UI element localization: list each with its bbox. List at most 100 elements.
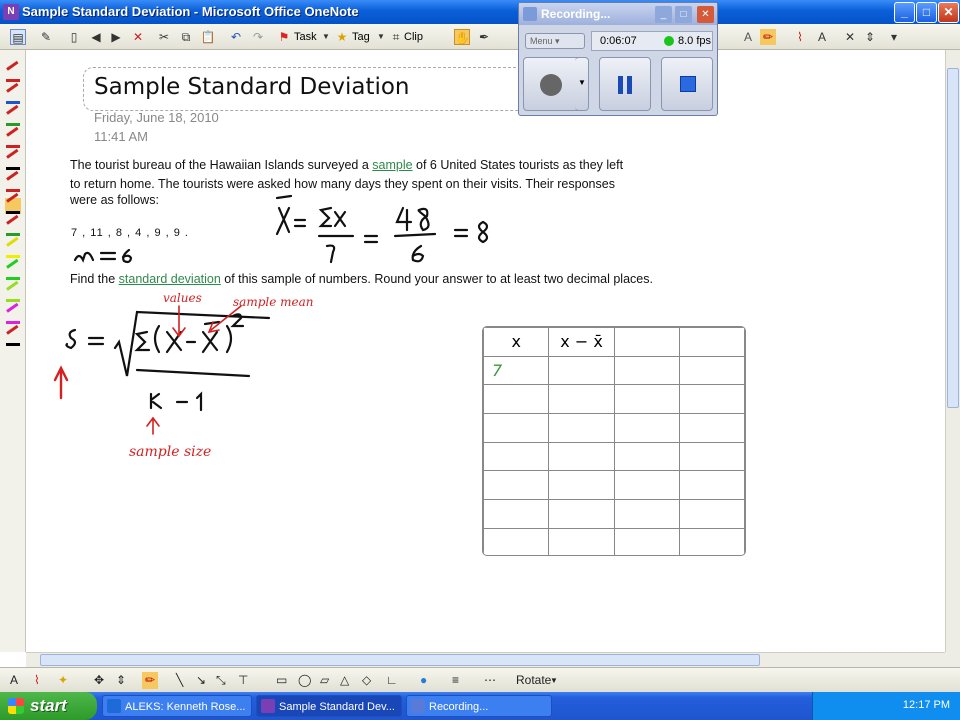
redo-icon[interactable]: ↷ — [250, 29, 266, 45]
line-tool-icon[interactable]: ╲ — [176, 672, 183, 689]
tag-star-icon[interactable]: ★ — [334, 29, 350, 45]
text-style-icon[interactable]: A — [814, 29, 830, 45]
back-icon[interactable]: ◀ — [88, 29, 104, 45]
paste-icon[interactable]: 📋 — [200, 29, 216, 45]
table-cell[interactable] — [613, 384, 680, 415]
table-cell[interactable] — [548, 355, 615, 386]
minimize-button[interactable]: _ — [894, 2, 915, 23]
highlighter-green-icon[interactable] — [5, 258, 21, 280]
table-cell[interactable] — [483, 499, 550, 529]
pen-blue-icon[interactable] — [5, 82, 21, 104]
pen-black-icon[interactable] — [5, 148, 21, 170]
rotate-button[interactable]: Rotate — [516, 672, 551, 689]
eraser-icon[interactable]: ✕ — [842, 29, 858, 45]
graph-tool-icon[interactable]: ∟ — [386, 672, 398, 689]
ellipse-tool-icon[interactable]: ◯ — [298, 672, 311, 689]
table-cell[interactable] — [483, 441, 550, 472]
tag-dropdown-icon[interactable]: ▼ — [373, 29, 389, 45]
insert-space-icon[interactable]: ⇕ — [862, 29, 878, 45]
arrow-tool-icon[interactable]: ↘ — [196, 672, 206, 689]
type-text-icon[interactable]: A — [10, 672, 18, 689]
table-cell[interactable] — [483, 527, 550, 555]
header-col-4[interactable] — [678, 327, 745, 357]
table-cell[interactable] — [548, 384, 615, 415]
table-cell[interactable] — [678, 441, 745, 472]
table-cell[interactable] — [613, 470, 680, 501]
table-cell[interactable] — [613, 499, 680, 529]
table-cell[interactable] — [613, 413, 680, 443]
table-cell[interactable] — [678, 527, 745, 555]
table-cell[interactable] — [678, 470, 745, 501]
taskbar-item-onenote[interactable]: Sample Standard Dev... — [256, 695, 402, 717]
pen-red-icon[interactable] — [5, 60, 21, 82]
cell-x-1[interactable]: 7 — [483, 355, 550, 386]
table-cell[interactable] — [483, 470, 550, 501]
horizontal-scroll-thumb[interactable] — [40, 654, 760, 666]
table-cell[interactable] — [548, 470, 615, 501]
task-dropdown-icon[interactable]: ▼ — [318, 29, 334, 45]
clip-button[interactable]: Clip — [404, 28, 423, 46]
parallelogram-tool-icon[interactable]: ▱ — [320, 672, 329, 689]
tag-button[interactable]: Tag — [352, 28, 370, 46]
triangle-tool-icon[interactable]: △ — [340, 672, 349, 689]
task-button[interactable]: Task — [294, 28, 317, 46]
table-cell[interactable] — [678, 384, 745, 415]
pen-green-2-icon[interactable] — [5, 214, 21, 236]
task-flag-icon[interactable]: ⚑ — [276, 29, 292, 45]
pen-red-2-icon[interactable] — [5, 170, 21, 192]
highlighter-yellow-icon[interactable] — [5, 236, 21, 258]
grid-lines-icon[interactable]: ⋯ — [484, 672, 496, 689]
copy-icon[interactable]: ⧉ — [178, 29, 194, 45]
options-icon[interactable]: ▾ — [886, 29, 902, 45]
vertical-scroll-thumb[interactable] — [947, 68, 959, 408]
table-cell[interactable] — [613, 355, 680, 386]
table-cell[interactable] — [678, 499, 745, 529]
table-cell[interactable] — [548, 413, 615, 443]
table-cell[interactable] — [483, 413, 550, 443]
insert-space-tool-icon[interactable]: ⇕ — [116, 672, 126, 689]
pages-icon[interactable]: ▤ — [10, 29, 26, 45]
header-col-3[interactable] — [613, 327, 680, 357]
lasso-icon[interactable]: ⌇ — [792, 29, 808, 45]
header-x[interactable]: x — [483, 327, 550, 357]
work-table[interactable]: x x − x̄ 7 — [482, 326, 746, 556]
forward-icon[interactable]: ▶ — [108, 29, 124, 45]
highlighter-icon[interactable]: ✒ — [476, 29, 492, 45]
thickness-icon[interactable]: ≡ — [452, 672, 459, 689]
recording-menu[interactable]: Menu ▾ — [525, 33, 585, 49]
pen-mode-icon[interactable]: ✋ — [454, 29, 470, 45]
diamond-tool-icon[interactable]: ◇ — [362, 672, 371, 689]
table-cell[interactable] — [483, 384, 550, 415]
delete-icon[interactable]: ✕ — [130, 29, 146, 45]
marker-color-icon[interactable]: ✏ — [760, 29, 776, 45]
double-arrow-tool-icon[interactable]: ⤡ — [216, 672, 226, 689]
stop-button[interactable] — [661, 57, 713, 111]
highlighter-magenta-icon[interactable] — [5, 302, 21, 324]
pause-button[interactable] — [599, 57, 651, 111]
taskbar-item-aleks[interactable]: ALEKS: Kenneth Rose... — [102, 695, 252, 717]
axis-tool-icon[interactable]: ⊤ — [238, 672, 248, 689]
header-x-minus-mean[interactable]: x − x̄ — [548, 327, 615, 357]
panning-icon[interactable]: ✥ — [94, 672, 104, 689]
pen-tool-icon[interactable]: ✎ — [38, 29, 54, 45]
pen-selected-icon[interactable] — [5, 192, 21, 214]
page-canvas[interactable]: Sample Standard Deviation Friday, June 1… — [27, 50, 945, 652]
rec-maximize-button[interactable]: □ — [675, 6, 692, 23]
color-picker-icon[interactable]: ● — [420, 672, 427, 689]
rec-close-button[interactable]: ✕ — [697, 6, 714, 23]
vertical-scrollbar[interactable] — [945, 50, 960, 652]
pen-red-thin-icon[interactable] — [5, 126, 21, 148]
font-color-icon[interactable]: A — [740, 29, 756, 45]
rectangle-tool-icon[interactable]: ▭ — [276, 672, 287, 689]
eraser-tool-icon[interactable]: ✦ — [58, 672, 68, 689]
cut-icon[interactable]: ✂ — [156, 29, 172, 45]
table-cell[interactable] — [548, 527, 615, 555]
pen-select-icon[interactable]: ✏ — [142, 672, 159, 689]
new-page-icon[interactable]: ▯ — [66, 29, 82, 45]
record-dropdown[interactable]: ▼ — [575, 57, 589, 111]
pen-red-3-icon[interactable] — [5, 324, 21, 346]
start-button[interactable]: start — [0, 692, 97, 720]
rec-minimize-button[interactable]: _ — [655, 6, 672, 23]
taskbar-item-recording[interactable]: Recording... — [406, 695, 552, 717]
clock[interactable]: 12:17 PM — [903, 699, 950, 711]
